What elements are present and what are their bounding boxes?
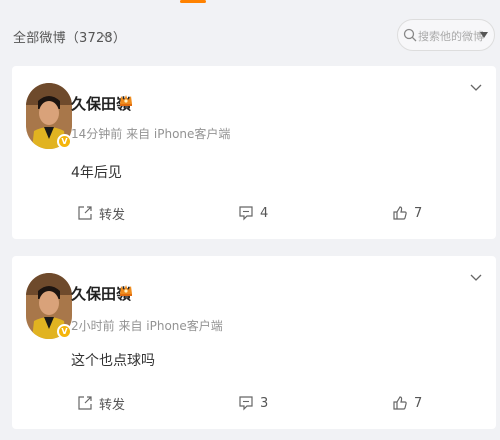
chevron-down-icon[interactable]	[470, 273, 482, 283]
forward-icon	[78, 396, 92, 410]
post-card: V 久保田嶺 2小时前 来自 iPhone客户端 这个也点球吗 转发 3 7	[12, 256, 496, 429]
active-tab-indicator	[180, 0, 206, 3]
post-meta: 14分钟前 来自 iPhone客户端	[71, 127, 231, 141]
forward-label: 转发	[99, 207, 126, 223]
avatar[interactable]: V	[26, 273, 72, 339]
forward-label: 转发	[99, 397, 126, 413]
verified-badge-icon: V	[57, 134, 72, 149]
post-text: 这个也点球吗	[71, 353, 155, 369]
search-input[interactable]: 搜索他的微博	[397, 19, 495, 51]
like-count: 7	[414, 395, 423, 411]
comment-icon	[239, 396, 253, 411]
post-card: V 久保田嶺 14分钟前 来自 iPhone客户端 4年后见 转发 4 7	[12, 66, 496, 239]
like-button[interactable]: 7	[392, 203, 422, 223]
chevron-down-icon[interactable]	[470, 83, 482, 93]
like-count: 7	[414, 205, 423, 221]
verified-badge-icon: V	[57, 324, 72, 339]
search-placeholder: 搜索他的微博	[418, 30, 484, 43]
comment-count: 3	[260, 395, 269, 411]
post-meta: 2小时前 来自 iPhone客户端	[71, 319, 223, 333]
thumbs-up-icon	[393, 396, 407, 410]
chevron-down-icon[interactable]	[101, 31, 111, 41]
filter-bar: 全部微博（3728） 搜索他的微博	[0, 10, 500, 60]
thumbs-up-icon	[393, 206, 407, 220]
comment-icon	[239, 206, 253, 221]
avatar[interactable]: V	[26, 83, 72, 149]
post-text: 4年后见	[71, 165, 122, 181]
search-dropdown-arrow-icon[interactable]	[480, 32, 488, 38]
crown-icon[interactable]	[118, 92, 134, 108]
forward-button[interactable]: 转发	[77, 393, 125, 413]
forward-icon	[78, 206, 92, 220]
comment-button[interactable]: 4	[238, 203, 268, 223]
comment-button[interactable]: 3	[238, 393, 268, 413]
search-icon	[403, 28, 417, 42]
forward-button[interactable]: 转发	[77, 203, 125, 223]
comment-count: 4	[260, 205, 269, 221]
crown-icon[interactable]	[118, 282, 134, 298]
like-button[interactable]: 7	[392, 393, 422, 413]
